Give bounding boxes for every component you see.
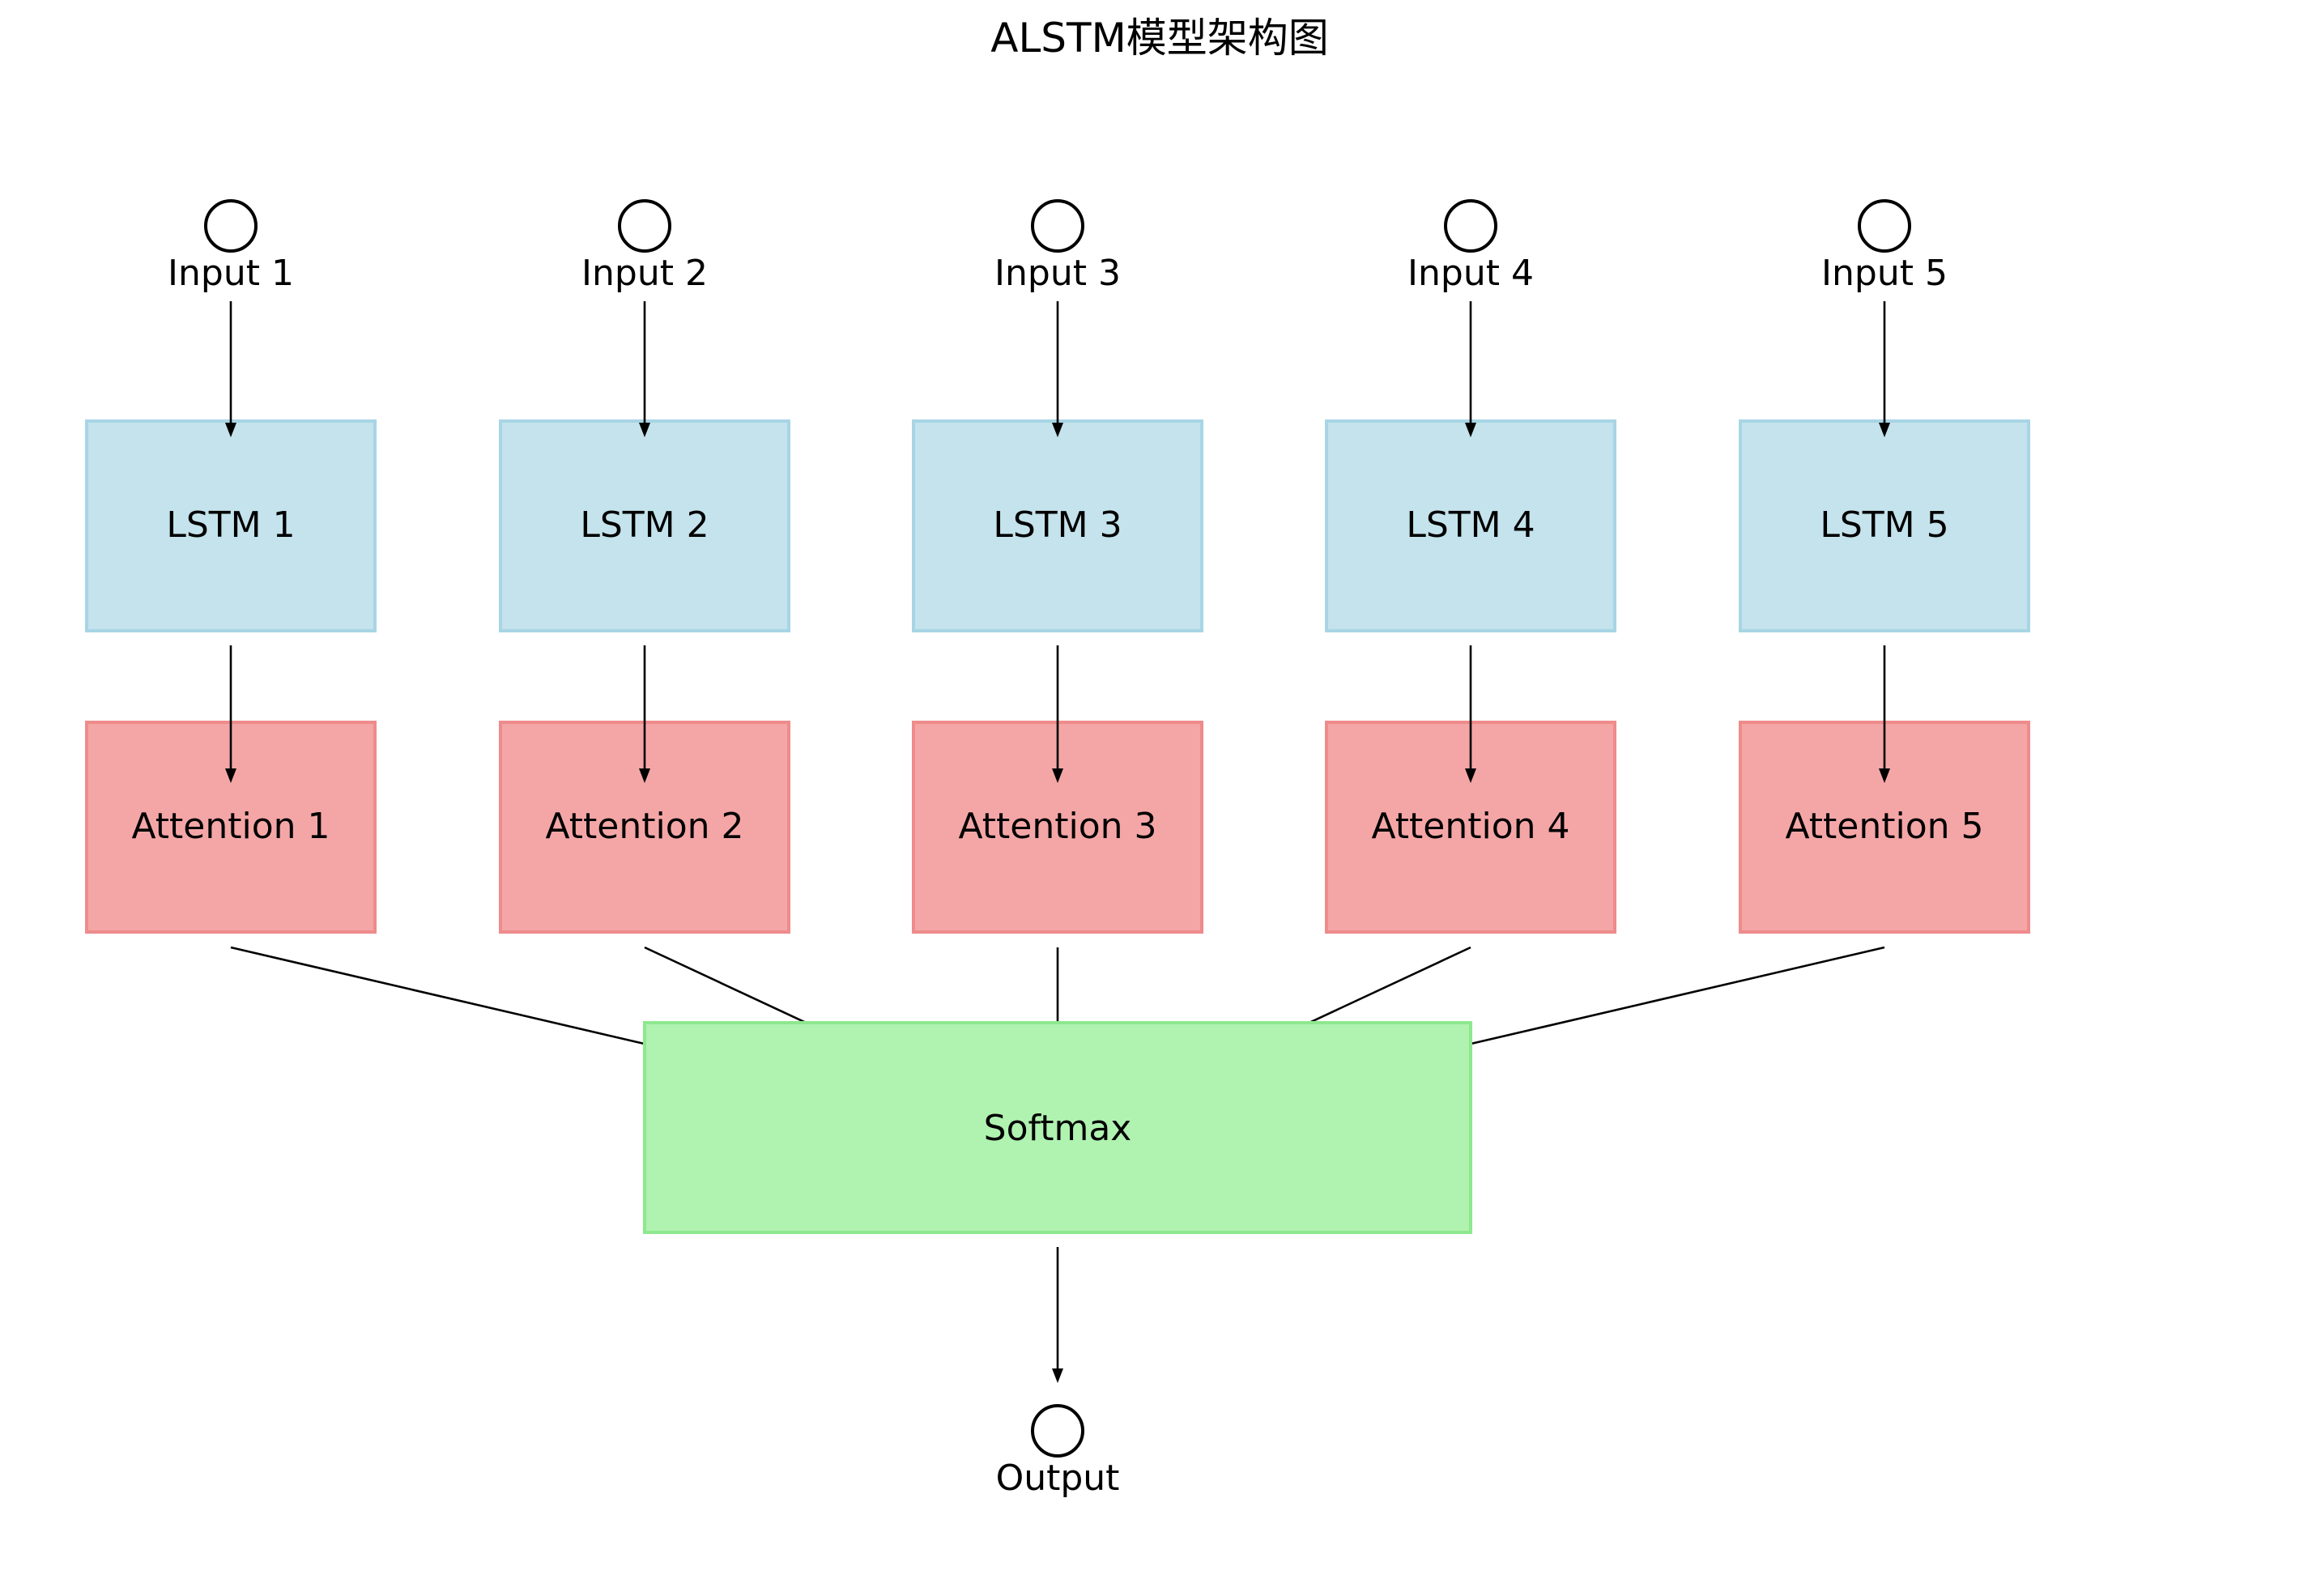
input-label-2: Input 2: [581, 253, 708, 294]
alstm-diagram: ALSTM模型架构图 Input 1 LSTM 1 Attention 1 Input…: [85, 15, 2030, 1499]
input-label-4: Input 4: [1407, 253, 1534, 294]
arrow-softmax-output: [1052, 1247, 1063, 1383]
input-node-2: [618, 199, 671, 253]
softmax-label: Softmax: [984, 1108, 1132, 1149]
input-node-4: [1444, 199, 1497, 253]
attention-label-4: Attention 4: [1371, 806, 1569, 847]
input-node-1: [204, 199, 258, 253]
attention-label-5: Attention 5: [1785, 806, 1983, 847]
input-node-5: [1858, 199, 1911, 253]
arrow-input-lstm-4: [1465, 301, 1476, 437]
diagram-title: ALSTM模型架构图: [990, 15, 1328, 62]
arrow-input-lstm-3: [1052, 301, 1063, 437]
input-node-3: [1031, 199, 1084, 253]
arrow-input-lstm-5: [1879, 301, 1890, 437]
lstm-label-3: LSTM 3: [993, 504, 1122, 546]
input-label-5: Input 5: [1821, 253, 1948, 294]
lstm-label-5: LSTM 5: [1820, 504, 1948, 546]
lstm-label-1: LSTM 1: [166, 504, 295, 546]
lstm-label-4: LSTM 4: [1406, 504, 1535, 546]
output-node: [1031, 1404, 1084, 1458]
lstm-label-2: LSTM 2: [580, 504, 709, 546]
attention-label-3: Attention 3: [958, 806, 1156, 847]
arrow-softmax-output-head: [1052, 1368, 1063, 1383]
input-label-3: Input 3: [994, 253, 1121, 294]
arrow-input-lstm-2: [639, 301, 650, 437]
attention-label-1: Attention 1: [131, 806, 330, 847]
input-label-1: Input 1: [168, 253, 294, 294]
arrow-input-lstm-1: [225, 301, 236, 437]
attention-label-2: Attention 2: [545, 806, 743, 847]
output-label: Output: [996, 1458, 1120, 1499]
